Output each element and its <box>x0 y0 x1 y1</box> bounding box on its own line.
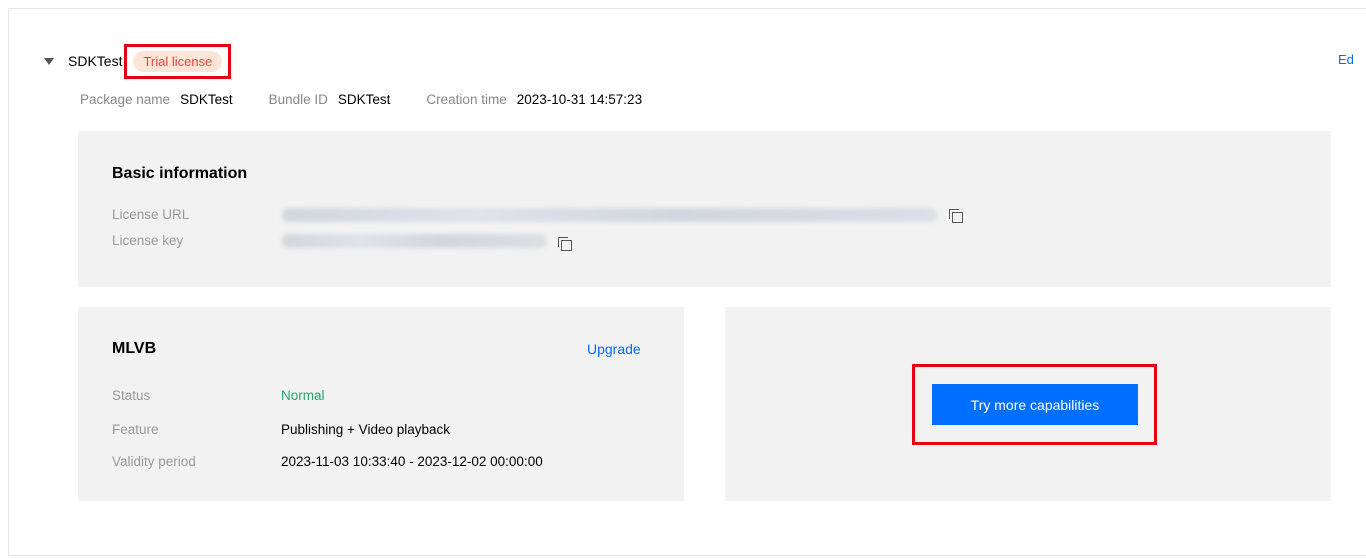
validity-period-value: 2023-11-03 10:33:40 - 2023-12-02 00:00:0… <box>281 454 543 469</box>
bundle-id-value: SDKTest <box>337 92 391 107</box>
mlvb-title: MLVB <box>112 340 157 357</box>
license-type-badge: Trial license <box>133 50 223 72</box>
package-name-value: SDKTest <box>180 92 233 107</box>
validity-period-label: Validity period <box>112 454 196 469</box>
package-name-label: Package name <box>80 92 171 107</box>
status-label: Status <box>112 388 151 403</box>
license-key-value-redacted <box>282 234 547 248</box>
upgrade-link[interactable]: Upgrade <box>587 341 641 357</box>
feature-label: Feature <box>112 422 159 437</box>
license-key-label: License key <box>112 233 184 248</box>
copy-key-icon[interactable] <box>558 237 572 251</box>
mlvb-panel <box>78 307 684 501</box>
collapse-caret-icon[interactable] <box>44 57 54 65</box>
copy-url-icon[interactable] <box>949 209 963 223</box>
feature-value: Publishing + Video playback <box>281 422 450 437</box>
basic-info-title: Basic information <box>112 165 248 182</box>
status-value: Normal <box>281 388 325 403</box>
badge-highlight-box: Trial license <box>124 43 232 79</box>
edit-link[interactable]: Ed <box>1338 52 1354 67</box>
license-url-label: License URL <box>112 207 190 222</box>
app-meta: Package name SDKTest Bundle ID SDKTest C… <box>80 92 678 107</box>
app-name: SDKTest <box>68 53 123 69</box>
license-url-value-redacted <box>282 208 937 222</box>
bundle-id-label: Bundle ID <box>268 92 328 107</box>
license-header: SDKTest Trial license <box>44 43 232 79</box>
creation-time-value: 2023-10-31 14:57:23 <box>516 92 643 107</box>
try-more-capabilities-button[interactable]: Try more capabilities <box>932 384 1138 425</box>
creation-time-label: Creation time <box>426 92 507 107</box>
